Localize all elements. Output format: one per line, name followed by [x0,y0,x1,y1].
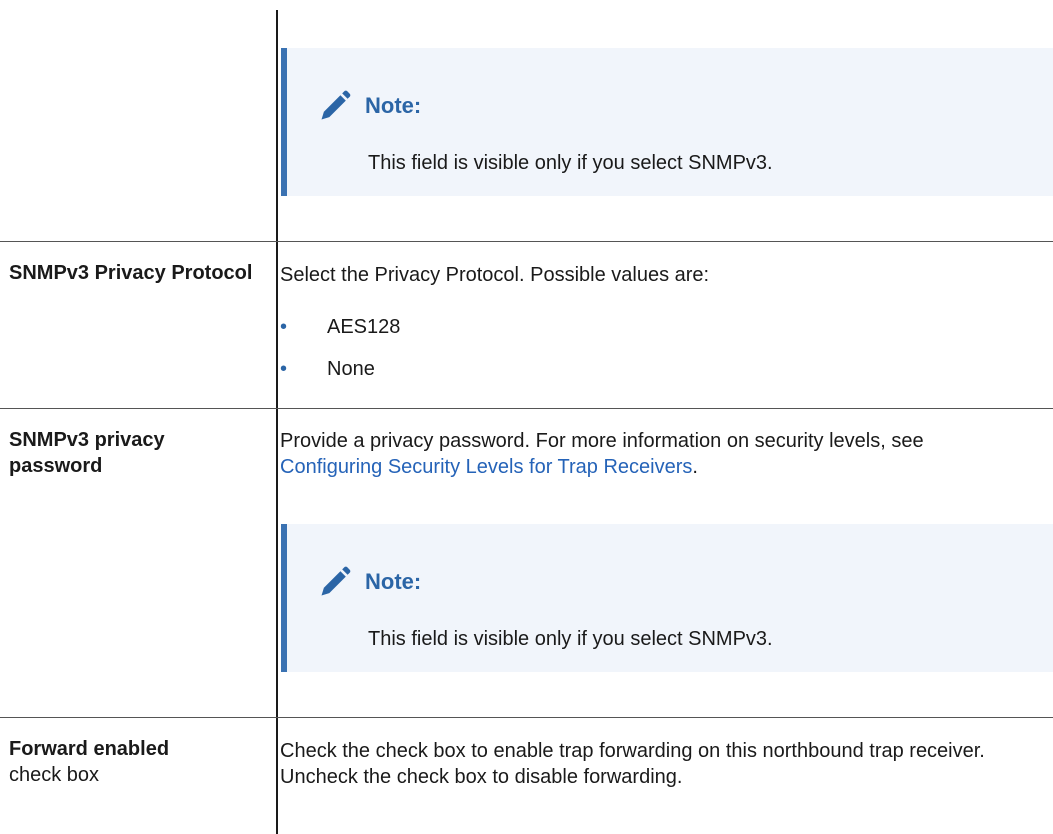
bullet-icon: • [280,316,288,338]
row-divider [0,408,1053,409]
term-privacy-password: SNMPv3 privacy password [9,429,165,477]
list-item: • AES128 [280,314,400,340]
pencil-icon [321,90,351,120]
security-levels-link[interactable]: Configuring Security Levels for Trap Rec… [280,456,692,478]
note-header: Note: [317,88,421,124]
option-label: None [327,358,375,380]
bullet-icon: • [280,358,288,380]
note-box: Note: This field is visible only if you … [281,48,1053,196]
note-text: This field is visible only if you select… [368,628,773,650]
term-suffix: check box [9,764,100,786]
list-item: • None [280,356,375,382]
note-title: Note: [365,569,422,594]
option-label: AES128 [327,316,401,338]
note-header: Note: [317,564,421,600]
note-text: This field is visible only if you select… [368,152,773,174]
row-divider [0,241,1053,242]
privacy-password-description: Provide a privacy password. For more inf… [280,430,924,478]
column-divider [276,10,278,834]
term-forward-enabled: Forward enabled check box [9,738,170,786]
term-privacy-protocol: SNMPv3 Privacy Protocol [9,262,253,284]
note-box: Note: This field is visible only if you … [281,524,1053,672]
forward-enabled-description: Check the check box to enable trap forwa… [280,740,985,788]
privacy-protocol-description: Select the Privacy Protocol. Possible va… [280,264,710,286]
pencil-icon [321,566,351,596]
row-divider [0,717,1053,718]
note-title: Note: [365,93,422,118]
